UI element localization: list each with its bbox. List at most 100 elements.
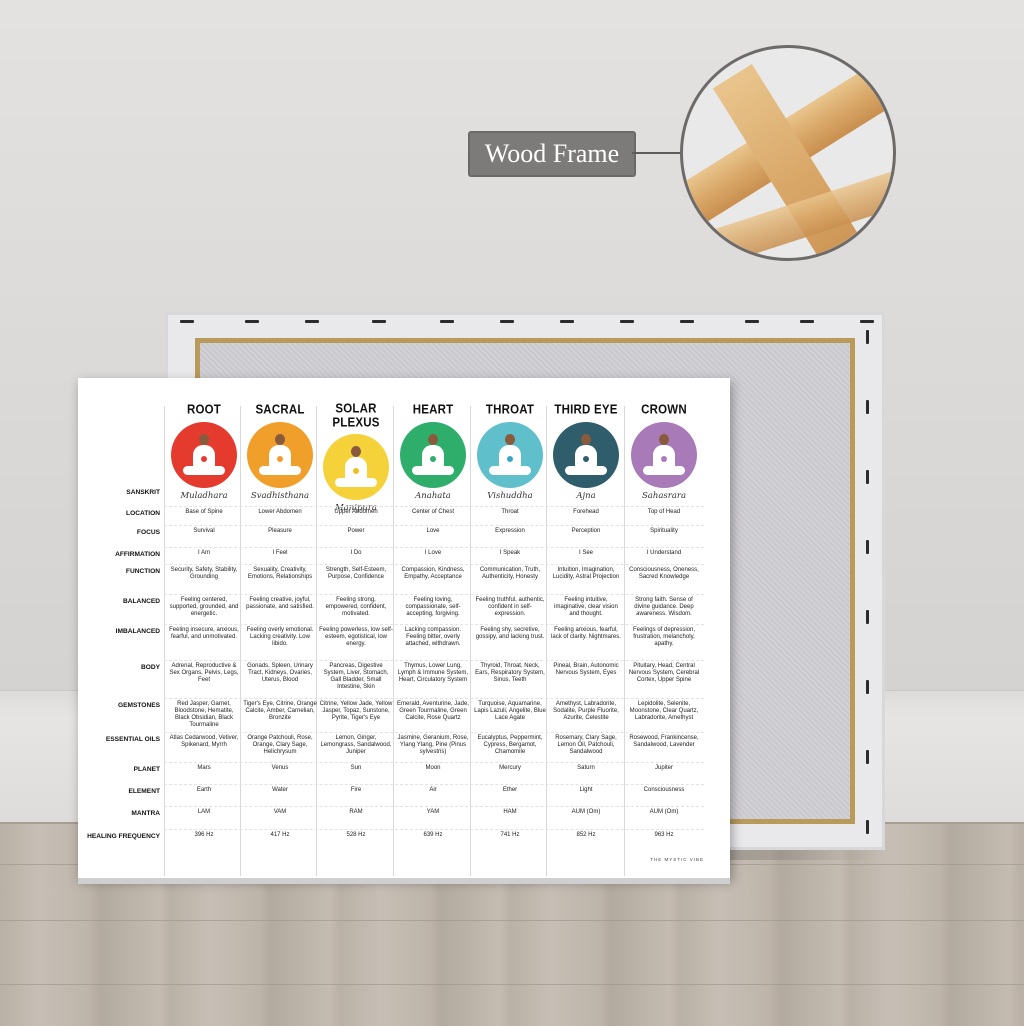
table-cell: Feeling powerless, low self-esteem, egot… <box>319 627 393 647</box>
meditating-figure-legs <box>643 466 685 475</box>
row-label-element: ELEMENT <box>128 788 160 795</box>
table-cell: Jupiter <box>654 765 673 771</box>
chakra-icon <box>400 422 466 488</box>
row-divider <box>164 547 704 548</box>
table-cell: Atlas Cedarwood, Vetiver, Spikenard, Myr… <box>169 735 239 748</box>
row-divider <box>164 829 704 830</box>
chakra-icon <box>553 422 619 488</box>
chakra-column-root: ROOT Muladhara <box>166 403 242 501</box>
table-cell: Feeling truthful, authentic, confident i… <box>475 597 545 617</box>
meditating-figure-legs <box>335 478 377 487</box>
row-label-location: LOCATION <box>126 510 160 517</box>
staple <box>866 400 869 414</box>
chakra-dot <box>430 456 436 462</box>
table-cell: Fire <box>350 787 362 793</box>
row-label-focus: FOCUS <box>136 529 160 536</box>
staple <box>680 320 694 323</box>
chakra-icon <box>171 422 237 488</box>
table-cell: Feeling strong, empowered, confident, mo… <box>325 597 387 617</box>
table-cell: 528 Hz <box>346 832 366 838</box>
chakra-column-heart: HEART Anahata <box>395 403 471 501</box>
table-cell: Water <box>272 787 288 793</box>
table-cell: I Am <box>197 550 210 556</box>
row-divider <box>164 806 704 807</box>
table-cell: Feeling shy, secretive, gossipy, and lac… <box>475 627 545 640</box>
chakra-dot <box>661 456 667 462</box>
table-cell: Pineal, Brain, Autonomic Nervous System,… <box>553 663 619 676</box>
row-label-affirmation: AFFIRMATION <box>115 551 160 558</box>
row-divider <box>164 660 704 661</box>
table-cell: Ether <box>502 787 518 793</box>
table-cell: Perception <box>571 528 601 534</box>
meditating-figure-legs <box>565 466 607 475</box>
meditating-figure-head <box>199 434 209 445</box>
chakra-icon <box>323 434 389 500</box>
chakra-column-sacral: SACRAL Svadhisthana <box>242 403 318 501</box>
table-cell: Sun <box>350 765 362 771</box>
staple <box>866 680 869 694</box>
row-divider <box>164 525 704 526</box>
wood-frame-closeup <box>680 45 896 261</box>
row-label-imbalanced: IMBALANCED <box>115 628 160 635</box>
meditating-figure-legs <box>489 466 531 475</box>
table-cell: Consciousness, Oneness, Sacred Knowledge <box>629 567 699 580</box>
chakra-icon <box>631 422 697 488</box>
chakra-column-throat: THROAT Vishuddha <box>472 403 548 501</box>
staple <box>800 320 814 323</box>
staple <box>245 320 259 323</box>
table-cell: 396 Hz <box>194 832 214 838</box>
row-divider <box>164 594 704 595</box>
table-cell: Amethyst, Labradorite, Sodalite, Purple … <box>553 701 619 721</box>
table-cell: VAM <box>273 809 287 815</box>
table-cell: Love <box>426 528 440 534</box>
staple <box>440 320 454 323</box>
meditating-figure-head <box>351 446 361 457</box>
table-cell: 741 Hz <box>500 832 520 838</box>
table-cell: Pleasure <box>268 528 292 534</box>
staple <box>372 320 386 323</box>
table-cell: Orange Patchouli, Rose, Orange, Clary Sa… <box>247 735 313 755</box>
table-cell: LAM <box>197 809 211 815</box>
table-cell: Feeling centered, supported, grounded, a… <box>169 597 239 617</box>
table-cell: Intuition, Imagination, Lucidity, Astral… <box>552 567 620 580</box>
staple <box>866 330 869 344</box>
table-cell: Rosemary, Clary Sage, Lemon Oil, Patchou… <box>555 735 617 755</box>
row-label-gemstones: GEMSTONES <box>117 702 160 709</box>
chakra-name: SOLAR PLEXUS <box>332 402 380 430</box>
meditating-figure-head <box>275 434 285 445</box>
staple <box>866 820 869 834</box>
table-cell: Moon <box>425 765 441 771</box>
table-cell: Emerald, Aventurine, Jade, Green Tourmal… <box>397 701 469 721</box>
table-cell: 639 Hz <box>423 832 443 838</box>
table-cell: I See <box>578 550 593 556</box>
row-label-sanskrit: SANSKRIT <box>126 489 160 496</box>
staple <box>866 470 869 484</box>
table-cell: I Understand <box>646 550 682 556</box>
meditating-figure-head <box>581 434 591 445</box>
table-cell: Power <box>347 528 365 534</box>
table-cell: Venus <box>271 765 289 771</box>
chakra-dot <box>583 456 589 462</box>
chakra-column-third-eye: THIRD EYE Ajna <box>548 403 624 501</box>
table-cell: 417 Hz <box>270 832 290 838</box>
table-cell: Mars <box>197 765 211 771</box>
row-divider <box>164 762 704 763</box>
brand-mark: THE MYSTIC VIBE <box>650 857 704 862</box>
staple <box>860 320 874 323</box>
row-label-healing-frequency: HEALING FREQUENCY <box>87 833 160 840</box>
table-cell: Security, Safety, Stability, Grounding <box>170 567 238 580</box>
table-cell: Red Jasper, Garnet, Bloodstone, Hematite… <box>174 701 234 728</box>
table-cell: Turquoise, Aquamarine, Lapis Lazuli, Ang… <box>474 701 546 721</box>
table-cell: AUM (Om) <box>649 809 679 815</box>
table-cell: Compassion, Kindness, Empathy, Acceptanc… <box>401 567 465 580</box>
table-cell: Earth <box>196 787 212 793</box>
staple <box>866 540 869 554</box>
chakra-dot <box>353 468 359 474</box>
table-cell: Lepidolite, Selenite, Moonstone, Clear Q… <box>629 701 699 721</box>
staple <box>745 320 759 323</box>
chakra-column-solar-plexus: SOLAR PLEXUS Manipura <box>318 402 394 513</box>
chakra-name: THROAT <box>485 403 535 417</box>
table-cell: Base of Spine <box>185 509 223 515</box>
table-cell: Adrenal, Reproductive & Sex Organs, Pelv… <box>169 663 239 683</box>
table-cell: Strong faith. Sense of divine guidance. … <box>634 597 694 617</box>
